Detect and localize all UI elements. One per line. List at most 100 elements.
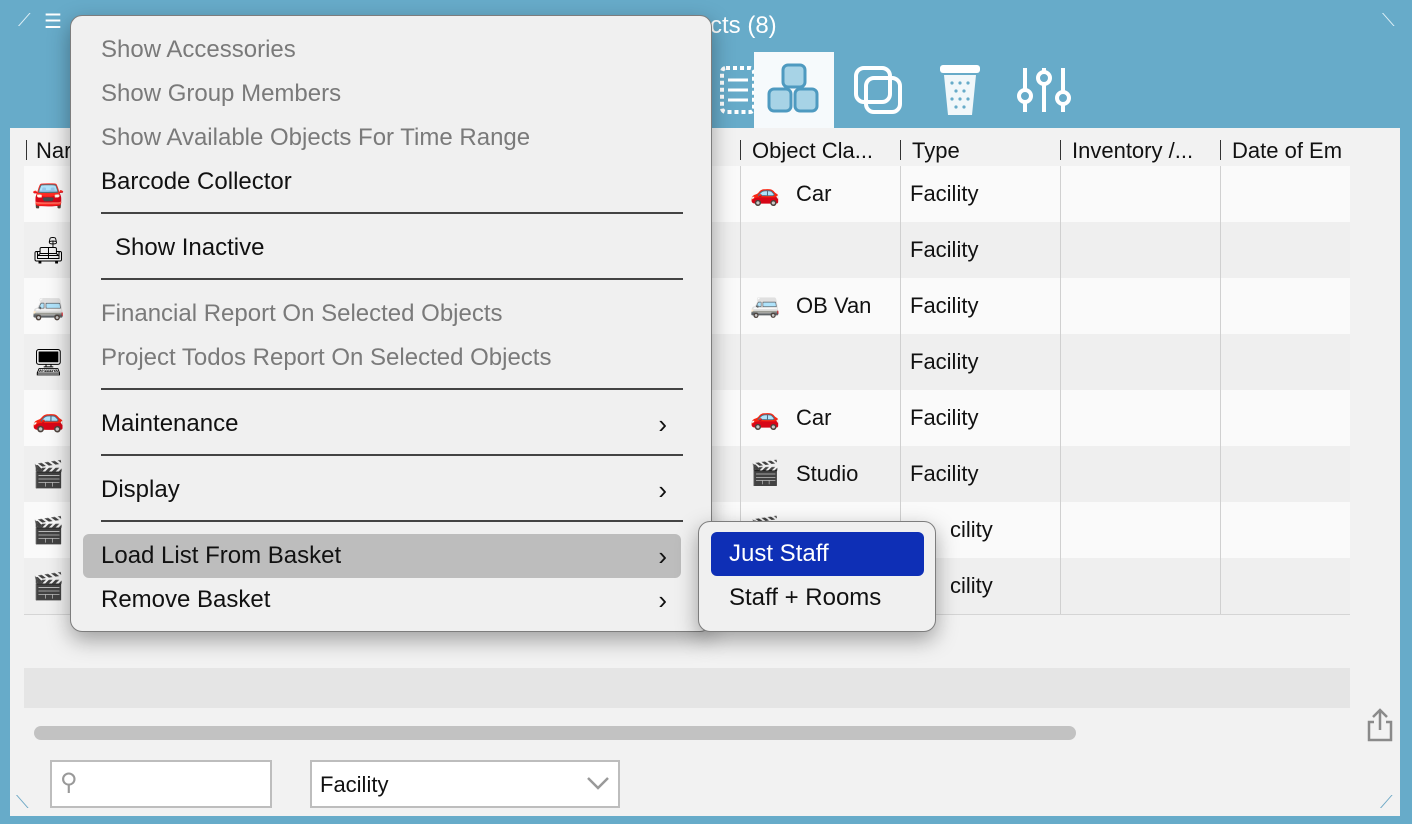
resize-corner-icon[interactable]: ⟍	[16, 792, 29, 813]
list-icon	[720, 66, 756, 114]
object-class-cell: OB Van	[796, 293, 872, 318]
car-icon: 🚗	[750, 404, 780, 431]
object-class-cell: Car	[796, 181, 832, 206]
trash-icon	[940, 65, 980, 115]
menu-separator	[101, 520, 683, 522]
column-header-inventory[interactable]: Inventory /...	[1072, 138, 1220, 164]
cell-divider	[900, 166, 901, 222]
objects-icon	[767, 63, 819, 113]
column-header-type[interactable]: Type	[912, 138, 1052, 164]
projector-screen-icon: 🖥	[32, 347, 66, 377]
menu-separator	[101, 212, 683, 214]
cell-divider	[1060, 390, 1061, 446]
resize-corner-icon[interactable]: ⟍	[1382, 10, 1395, 31]
cell-divider	[1060, 446, 1061, 502]
resize-corner-icon[interactable]: ⟋	[18, 10, 31, 31]
column-header-object-class[interactable]: Object Cla...	[752, 138, 892, 164]
menu-item-display[interactable]: Display ›	[83, 468, 681, 512]
cell-divider	[740, 446, 741, 502]
type-cell: Facility	[910, 461, 979, 486]
settings-sliders-button[interactable]	[1006, 52, 1082, 128]
share-export-icon[interactable]	[1366, 708, 1394, 742]
type-cell: cility	[950, 573, 993, 598]
menu-item-show-group-members[interactable]: Show Group Members	[83, 72, 681, 116]
car-icon: 🚗	[32, 403, 65, 433]
menu-item-show-accessories[interactable]: Show Accessories	[83, 28, 681, 72]
cell-divider	[900, 446, 901, 502]
type-filter-value: Facility	[320, 772, 389, 797]
menu-item-remove-basket[interactable]: Remove Basket ›	[83, 578, 681, 622]
menu-item-financial-report[interactable]: Financial Report On Selected Objects	[83, 292, 681, 336]
menu-item-label: Remove Basket	[101, 586, 271, 613]
column-separator	[1220, 140, 1221, 160]
type-cell: Facility	[910, 293, 979, 318]
cell-divider	[740, 334, 741, 390]
column-separator	[740, 140, 741, 160]
car-icon: 🚗	[750, 180, 780, 207]
clapperboard-icon: 🎬	[750, 460, 780, 487]
clapperboard-icon: 🎬	[32, 571, 65, 601]
cell-divider	[900, 222, 901, 278]
trash-button[interactable]	[922, 52, 998, 128]
menu-separator	[101, 278, 683, 280]
cell-divider	[1220, 558, 1221, 614]
cell-divider	[1060, 558, 1061, 614]
menu-item-label: Display	[101, 476, 180, 503]
sliders-icon	[1017, 68, 1071, 112]
resize-corner-icon[interactable]: ⟋	[1380, 792, 1393, 813]
menu-item-label: Load List From Basket	[101, 542, 342, 569]
menu-item-maintenance[interactable]: Maintenance ›	[83, 402, 681, 446]
submenu-item-just-staff[interactable]: Just Staff	[711, 532, 924, 576]
ob-van-icon: 🚐	[750, 292, 780, 319]
chevron-right-icon: ›	[658, 541, 667, 571]
menu-separator	[101, 388, 683, 390]
clapperboard-icon: 🎬	[32, 515, 65, 545]
submenu-item-staff-rooms[interactable]: Staff + Rooms	[711, 576, 924, 620]
toolbar	[700, 52, 1100, 128]
armchair-icon: 🛋	[32, 235, 66, 265]
ob-van-icon: 🚐	[32, 291, 65, 321]
menu-item-label: Maintenance	[101, 410, 239, 437]
objects-button[interactable]	[754, 52, 834, 128]
cell-divider	[1220, 278, 1221, 334]
group-button[interactable]	[840, 52, 916, 128]
cell-divider	[1220, 222, 1221, 278]
cell-divider	[1220, 390, 1221, 446]
cell-divider	[740, 166, 741, 222]
cell-divider	[1060, 502, 1061, 558]
cell-divider	[1060, 166, 1061, 222]
cell-divider	[1220, 502, 1221, 558]
menu-item-barcode-collector[interactable]: Barcode Collector	[83, 160, 681, 204]
column-header-date[interactable]: Date of Em	[1232, 138, 1350, 164]
menu-item-load-list-from-basket[interactable]: Load List From Basket ›	[83, 534, 681, 578]
cell-divider	[1220, 446, 1221, 502]
basket-submenu: Just Staff Staff + Rooms	[698, 521, 936, 632]
object-class-cell	[796, 334, 896, 390]
type-cell: Facility	[910, 405, 979, 430]
cell-divider	[1060, 334, 1061, 390]
cell-divider	[900, 334, 901, 390]
menu-item-project-todos-report[interactable]: Project Todos Report On Selected Objects	[83, 336, 681, 380]
menu-item-show-inactive[interactable]: Show Inactive	[83, 226, 681, 270]
object-class-cell	[796, 222, 896, 278]
object-class-cell: Studio	[796, 461, 859, 486]
column-separator	[26, 140, 27, 160]
type-filter-select[interactable]: Facility	[310, 760, 620, 808]
cell-divider	[740, 390, 741, 446]
clapperboard-icon: 🎬	[32, 459, 65, 489]
cell-divider	[740, 222, 741, 278]
cell-divider	[1060, 278, 1061, 334]
menu-item-show-available-objects[interactable]: Show Available Objects For Time Range	[83, 116, 681, 160]
cell-divider	[900, 278, 901, 334]
type-cell: cility	[950, 517, 993, 542]
menu-separator	[101, 454, 683, 456]
chevron-right-icon: ›	[658, 409, 667, 439]
search-icon: ⚲	[60, 769, 78, 796]
column-separator	[1060, 140, 1061, 160]
chevron-down-icon	[586, 772, 610, 798]
horizontal-scrollbar[interactable]	[34, 726, 1076, 740]
type-cell: Facility	[910, 237, 979, 262]
search-input[interactable]: ⚲	[50, 760, 272, 808]
column-separator	[900, 140, 901, 160]
window-menu-icon[interactable]: ☰	[44, 12, 64, 32]
